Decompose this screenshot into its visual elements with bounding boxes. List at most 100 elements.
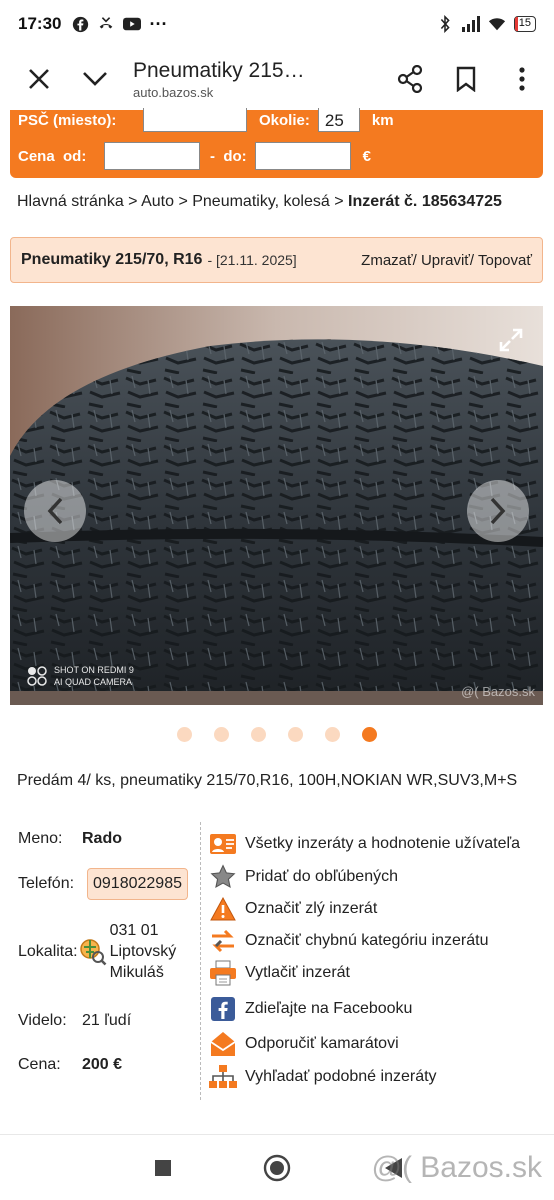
chevron-left-icon bbox=[47, 497, 63, 525]
menu-button[interactable] bbox=[494, 51, 550, 107]
close-button[interactable] bbox=[11, 51, 67, 107]
search-form: PSČ (miesto): Okolie: 25 km Cena od: - d… bbox=[10, 108, 543, 178]
cena-od-label: Cena od: bbox=[18, 147, 87, 165]
search-row-location: PSČ (miesto): Okolie: 25 km bbox=[18, 108, 394, 132]
star-icon bbox=[208, 863, 238, 891]
location-city-1: Liptovský bbox=[109, 943, 177, 960]
pagination-dot[interactable] bbox=[251, 727, 266, 742]
chevron-down-icon bbox=[83, 72, 107, 86]
youtube-notification-icon bbox=[123, 15, 142, 33]
status-time: 17:30 bbox=[18, 14, 62, 33]
page-domain: auto.bazos.sk bbox=[133, 84, 214, 100]
seller-name: Rado bbox=[82, 830, 122, 847]
map-search-icon[interactable] bbox=[78, 937, 108, 967]
status-bar: 17:30 ··· 15 bbox=[0, 0, 554, 48]
view-count: 21 ľudí bbox=[82, 1012, 132, 1029]
collapse-button[interactable] bbox=[67, 51, 123, 107]
user-card-icon bbox=[208, 830, 238, 858]
ad-photo[interactable]: SHOT ON REDMI 9 AI QUAD CAMERA @( Bazos.s… bbox=[10, 306, 543, 705]
action-favorite[interactable]: Pridať do obľúbených bbox=[208, 863, 398, 891]
ad-description: Predám 4/ ks, pneumatiky 215/70,R16, 100… bbox=[17, 772, 518, 789]
breadcrumb-category[interactable]: Pneumatiky, kolesá bbox=[192, 193, 330, 210]
ad-title: Pneumatiky 215/70, R16 bbox=[21, 251, 203, 268]
breadcrumb-ad: Inzerát č. 185634725 bbox=[348, 193, 502, 210]
chevron-right-icon bbox=[490, 497, 506, 525]
action-share-facebook[interactable]: Zdieľajte na Facebooku bbox=[208, 995, 412, 1023]
search-row-price: Cena od: - do: € bbox=[18, 142, 371, 170]
info-row-telefon: Telefón: 0918022985 bbox=[18, 868, 188, 900]
system-nav-bar: @( Bazos.sk bbox=[0, 1134, 554, 1200]
tire-photo-image bbox=[10, 306, 543, 705]
action-recommend[interactable]: Odporučiť kamarátovi bbox=[208, 1030, 399, 1058]
bookmark-button[interactable] bbox=[438, 51, 494, 107]
action-similar[interactable]: Vyhľadať podobné inzeráty bbox=[208, 1063, 437, 1091]
info-row-lokalita: Lokalita: 031 01 Liptovský Mikuláš bbox=[18, 922, 177, 981]
browser-toolbar: Pneumatiky 215… auto.bazos.sk bbox=[0, 48, 554, 110]
close-icon bbox=[29, 69, 49, 89]
square-icon bbox=[155, 1160, 171, 1176]
location-zip: 031 01 bbox=[109, 922, 159, 939]
bluetooth-icon bbox=[436, 15, 454, 33]
location-city-2: Mikuláš bbox=[109, 964, 164, 981]
bookmark-icon bbox=[456, 66, 476, 92]
more-vert-icon bbox=[519, 67, 525, 91]
more-notifications-icon: ··· bbox=[149, 13, 168, 34]
battery-icon: 15 bbox=[513, 16, 536, 32]
printer-icon bbox=[208, 959, 238, 987]
envelope-icon bbox=[208, 1030, 238, 1058]
home-button[interactable] bbox=[262, 1153, 292, 1183]
share-icon bbox=[397, 65, 423, 93]
camera-watermark: SHOT ON REDMI 9 AI QUAD CAMERA bbox=[26, 664, 134, 688]
sitemap-icon bbox=[208, 1063, 238, 1091]
pagination-dot[interactable] bbox=[214, 727, 229, 742]
euro-label: € bbox=[362, 147, 371, 165]
price-from-input[interactable] bbox=[104, 142, 200, 170]
action-print[interactable]: Vytlačiť inzerát bbox=[208, 959, 350, 987]
info-row-meno: Meno: Rado bbox=[18, 830, 122, 847]
psc-input[interactable] bbox=[143, 108, 247, 132]
photo-site-watermark: @( Bazos.sk bbox=[461, 684, 535, 699]
phone-number[interactable]: 0918022985 bbox=[87, 868, 188, 900]
wifi-icon bbox=[488, 15, 506, 33]
missed-call-icon bbox=[97, 15, 115, 33]
page-title: Pneumatiky 215… bbox=[133, 58, 305, 82]
camera-lens-icon bbox=[27, 666, 47, 686]
recents-button[interactable] bbox=[148, 1153, 178, 1183]
okolie-label: Okolie: bbox=[259, 111, 310, 129]
expand-icon bbox=[499, 328, 523, 352]
action-report-bad[interactable]: Označiť zlý inzerát bbox=[208, 895, 377, 923]
warning-icon bbox=[208, 895, 238, 923]
page-title-area: Pneumatiky 215… auto.bazos.sk bbox=[123, 59, 382, 100]
price-to-label: - do: bbox=[210, 147, 247, 165]
breadcrumb-home[interactable]: Hlavná stránka bbox=[17, 193, 124, 210]
site-watermark: @( Bazos.sk bbox=[371, 1151, 543, 1184]
okolie-input[interactable]: 25 bbox=[317, 108, 360, 132]
info-row-videlo: Videlo: 21 ľudí bbox=[18, 1012, 132, 1029]
share-button[interactable] bbox=[382, 51, 438, 107]
signal-icon bbox=[461, 15, 480, 33]
breadcrumb-auto[interactable]: Auto bbox=[141, 193, 174, 210]
swap-arrows-icon bbox=[208, 927, 238, 955]
info-divider bbox=[200, 822, 201, 1100]
breadcrumb: Hlavná stránka > Auto > Pneumatiky, kole… bbox=[17, 193, 502, 210]
price-to-input[interactable] bbox=[254, 142, 351, 170]
psc-label: PSČ (miesto): bbox=[18, 111, 117, 129]
photo-pagination bbox=[177, 727, 377, 742]
fullscreen-button[interactable] bbox=[497, 326, 525, 354]
pagination-dot[interactable] bbox=[177, 727, 192, 742]
action-all-ads[interactable]: Všetky inzeráty a hodnotenie užívateľa bbox=[208, 830, 520, 858]
ad-date: - [21.11. 2025] bbox=[207, 252, 297, 268]
pagination-dot[interactable] bbox=[288, 727, 303, 742]
price: 200 € bbox=[82, 1056, 123, 1073]
ad-title-bar: Pneumatiky 215/70, R16 - [21.11. 2025] Z… bbox=[10, 237, 543, 283]
circle-home-icon bbox=[263, 1154, 291, 1182]
photo-next-button[interactable] bbox=[467, 480, 529, 542]
info-row-cena: Cena: 200 € bbox=[18, 1056, 123, 1073]
pagination-dot[interactable] bbox=[362, 727, 377, 742]
ad-manage-links[interactable]: Zmazať/ Upraviť/ Topovať bbox=[361, 252, 532, 269]
pagination-dot[interactable] bbox=[325, 727, 340, 742]
facebook-icon bbox=[208, 995, 238, 1023]
action-report-category[interactable]: Označiť chybnú kategóriu inzerátu bbox=[208, 927, 488, 955]
photo-prev-button[interactable] bbox=[24, 480, 86, 542]
facebook-notification-icon bbox=[71, 15, 89, 33]
